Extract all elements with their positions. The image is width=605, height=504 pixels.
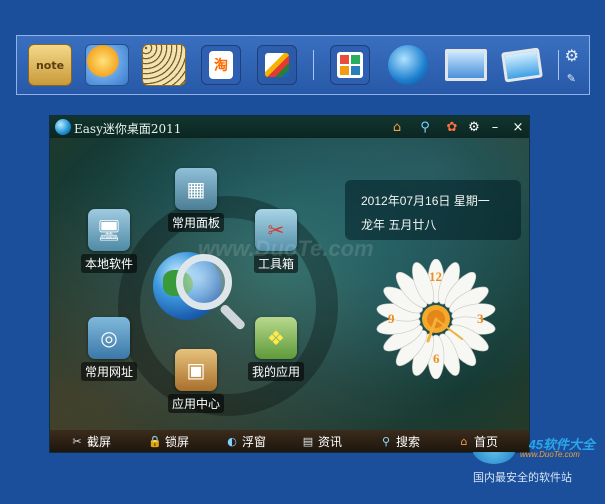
cubes-icon: ❖ bbox=[255, 317, 297, 359]
node-common-sites[interactable]: ◎ 常用网址 bbox=[67, 317, 151, 381]
node-label: 常用网址 bbox=[80, 362, 137, 381]
node-local-software[interactable]: 🖥 本地软件 bbox=[67, 209, 151, 273]
color-slash-icon[interactable] bbox=[257, 45, 297, 85]
dock-settings-icon[interactable]: ⚙ bbox=[565, 46, 579, 65]
easy-mini-desktop-window: Easy迷你桌面2011 ⌂ ⚲ ✿ ⚙ – × www.DuoTe.com ▦… bbox=[49, 115, 530, 453]
minimize-button[interactable]: – bbox=[486, 118, 504, 136]
float-window-icon: ◐ bbox=[227, 435, 237, 448]
lock-screen-button[interactable]: 🔒 锁屏 bbox=[148, 433, 189, 450]
screenshot-button[interactable]: ✂ 截屏 bbox=[70, 433, 111, 450]
search-icon: ⚲ bbox=[381, 435, 391, 448]
dots-grid-icon[interactable] bbox=[142, 44, 186, 86]
node-app-center[interactable]: ▣ 应用中心 bbox=[154, 349, 238, 413]
date-panel: 2012年07月16日 星期一 龙年 五月廿八 bbox=[345, 180, 521, 240]
clock-number-6: 6 bbox=[433, 351, 440, 366]
browser-icon[interactable] bbox=[388, 45, 428, 85]
screenshot-label: 截屏 bbox=[87, 435, 112, 449]
watermark-text: www.DuoTe.com bbox=[198, 236, 374, 261]
title-bar[interactable]: Easy迷你桌面2011 ⌂ ⚲ ✿ ⚙ – × bbox=[50, 116, 529, 138]
clock-number-12: 12 bbox=[429, 269, 442, 284]
close-button[interactable]: × bbox=[509, 118, 527, 136]
home-icon: ⌂ bbox=[460, 435, 468, 448]
node-label: 应用中心 bbox=[167, 394, 224, 413]
browser-icon: ◎ bbox=[88, 317, 130, 359]
dock-separator-2 bbox=[558, 50, 559, 80]
float-window-label: 浮窗 bbox=[242, 435, 267, 449]
news-button[interactable]: ▤ 资讯 bbox=[301, 433, 342, 450]
lock-screen-label: 锁屏 bbox=[165, 435, 190, 449]
gregorian-date: 2012年07月16日 星期一 bbox=[361, 194, 490, 208]
lunar-date: 龙年 五月廿八 bbox=[361, 218, 437, 232]
taobao-icon[interactable]: 淘 bbox=[201, 45, 241, 85]
node-my-apps[interactable]: ❖ 我的应用 bbox=[234, 317, 318, 381]
dock-pin-icon[interactable]: ✎ bbox=[567, 72, 576, 85]
news-icon: ▤ bbox=[302, 435, 314, 448]
news-label: 资讯 bbox=[318, 435, 343, 449]
search-label: 搜索 bbox=[396, 435, 421, 449]
notepad-icon[interactable]: note bbox=[28, 44, 72, 86]
home-button[interactable]: ⌂ 首页 bbox=[457, 433, 499, 450]
node-label: 我的应用 bbox=[247, 362, 304, 381]
window-title: Easy迷你桌面2011 bbox=[74, 122, 182, 136]
search-button[interactable]: ⚲ 搜索 bbox=[379, 433, 420, 450]
clock-number-3: 3 bbox=[477, 311, 484, 326]
dock-separator bbox=[313, 50, 314, 80]
search-icon[interactable]: ⚲ bbox=[416, 118, 434, 136]
panel-icon[interactable] bbox=[330, 45, 370, 85]
gear-icon[interactable]: ⚙ bbox=[465, 118, 483, 136]
float-window-button[interactable]: ◐ 浮窗 bbox=[225, 433, 266, 450]
home-icon[interactable]: ⌂ bbox=[388, 118, 406, 136]
site-slogan: 国内最安全的软件站 bbox=[473, 472, 572, 484]
skin-icon[interactable]: ✿ bbox=[443, 118, 461, 136]
treasure-box-icon: ▣ bbox=[175, 349, 217, 391]
magnifier-icon[interactable] bbox=[176, 254, 232, 310]
node-label: 本地软件 bbox=[80, 254, 137, 273]
network-computer-icon[interactable] bbox=[500, 44, 544, 86]
top-dock: note 淘 ⚙ ✎ bbox=[16, 35, 590, 95]
node-common-panel[interactable]: ▦ 常用面板 bbox=[154, 168, 238, 232]
lock-icon: 🔒 bbox=[148, 435, 162, 448]
node-label: 常用面板 bbox=[167, 213, 224, 232]
weather-icon[interactable] bbox=[85, 44, 129, 86]
computer-icon[interactable] bbox=[444, 44, 488, 86]
flower-clock: 12 3 6 9 bbox=[376, 258, 496, 380]
home-label: 首页 bbox=[474, 435, 499, 449]
scissors-icon: ✂ bbox=[72, 435, 82, 448]
clock-number-9: 9 bbox=[388, 311, 395, 326]
panel-grid-icon: ▦ bbox=[175, 168, 217, 210]
monitor-icon: 🖥 bbox=[88, 209, 130, 251]
app-logo-icon bbox=[55, 119, 71, 135]
bottom-toolbar: ✂ 截屏 🔒 锁屏 ◐ 浮窗 ▤ 资讯 ⚲ 搜索 ⌂ 首页 bbox=[50, 430, 529, 452]
